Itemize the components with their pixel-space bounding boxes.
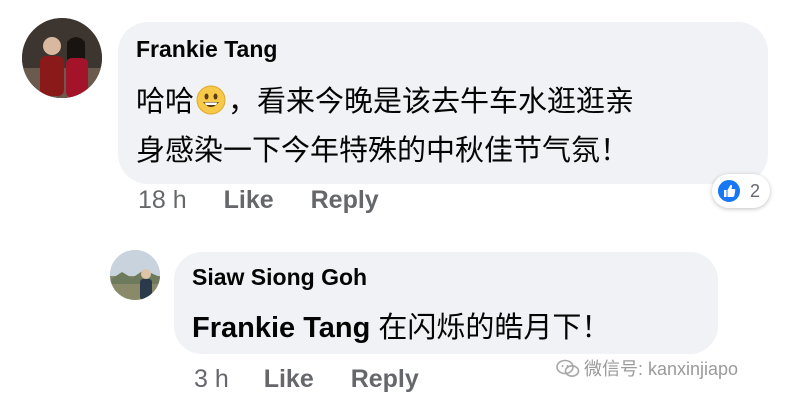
comment-text-start: 哈哈: [136, 86, 195, 118]
comment-text-line-2: 身感染一下今年特殊的中秋佳节气氛！: [136, 135, 630, 167]
reaction-count: 2: [750, 181, 761, 201]
reply-reply-button[interactable]: Reply: [351, 365, 419, 394]
like-reaction-icon: [716, 178, 742, 204]
reply-text: Frankie Tang 在闪烁的皓月下！: [192, 304, 610, 346]
reply-like-button[interactable]: Like: [264, 365, 314, 394]
reply-actions: 3 h Like Reply: [194, 365, 419, 394]
reply-author[interactable]: Siaw Siong Goh: [192, 264, 367, 291]
avatar-photo: [22, 18, 102, 98]
commenter-avatar[interactable]: [22, 18, 102, 98]
comment-actions: 18 h Like Reply: [138, 186, 379, 215]
comment-like-button[interactable]: Like: [224, 186, 274, 215]
reply-mention[interactable]: Frankie Tang: [192, 312, 370, 344]
comment-reply-button[interactable]: Reply: [311, 186, 379, 215]
wechat-watermark: 微信号: kanxinjiapo: [556, 355, 738, 384]
watermark-text: 微信号: kanxinjiapo: [584, 359, 739, 379]
reaction-summary[interactable]: 2: [712, 174, 770, 208]
reply-message: 在闪烁的皓月下！: [378, 312, 611, 344]
avatar-photo: [110, 250, 160, 300]
replier-avatar[interactable]: [110, 250, 160, 300]
reply-time[interactable]: 3 h: [194, 365, 229, 394]
comment-text-rest: ，看来今晚是该去牛车水逛逛亲: [228, 86, 635, 118]
wechat-icon: [556, 359, 580, 384]
grinning-face-emoji-icon: [196, 85, 226, 123]
comment-text-line-1: 哈哈 ，看来今晚是该去牛车水逛逛亲: [136, 78, 634, 123]
comment-author[interactable]: Frankie Tang: [136, 36, 277, 63]
comment-time[interactable]: 18 h: [138, 186, 187, 215]
